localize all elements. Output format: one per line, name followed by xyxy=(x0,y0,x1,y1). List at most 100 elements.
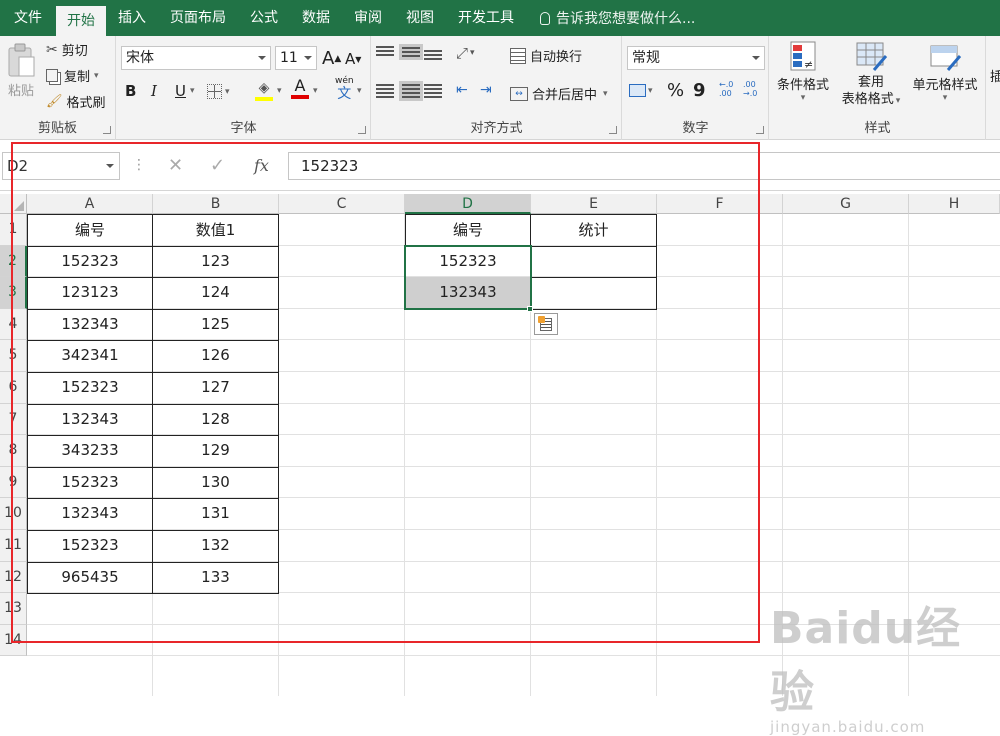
phonetic-button[interactable]: wén 文 xyxy=(335,76,354,102)
table1-cell[interactable]: 130 xyxy=(153,466,279,500)
row-header-5[interactable]: 5 xyxy=(0,340,27,372)
column-header-c[interactable]: C xyxy=(279,194,405,214)
row-header-8[interactable]: 8 xyxy=(0,435,27,467)
align-center-button[interactable] xyxy=(399,81,423,101)
row-header-4[interactable]: 4 xyxy=(0,308,27,341)
tab-view[interactable]: 视图 xyxy=(394,0,446,36)
row-header-2[interactable]: 2 xyxy=(0,245,27,278)
column-header-b[interactable]: B xyxy=(153,194,279,214)
font-size-select[interactable]: 11 xyxy=(275,46,317,70)
format-painter-button[interactable]: 🖌 格式刷 xyxy=(46,92,106,111)
table2-cell[interactable] xyxy=(531,245,657,279)
fill-color-button[interactable]: ◈ xyxy=(255,80,273,101)
table1-cell[interactable]: 129 xyxy=(153,435,279,468)
align-left-button[interactable] xyxy=(376,84,394,98)
increase-indent-button[interactable]: ⇥ xyxy=(480,82,492,98)
underline-button[interactable]: U xyxy=(175,82,186,100)
row-header-1[interactable]: 1 xyxy=(0,214,27,246)
fill-dropdown-icon[interactable]: ▾ xyxy=(277,86,282,96)
select-all-corner[interactable] xyxy=(0,194,27,214)
table1-cell[interactable]: 133 xyxy=(153,561,279,595)
underline-dropdown-icon[interactable]: ▾ xyxy=(190,86,195,96)
row-header-9[interactable]: 9 xyxy=(0,466,27,499)
table1-cell[interactable]: 152323 xyxy=(27,245,153,279)
tab-data[interactable]: 数据 xyxy=(290,0,342,36)
insert-function-button[interactable]: fx xyxy=(254,152,269,180)
cell-styles-button[interactable]: 单元格样式 ▾ xyxy=(906,40,984,103)
table1-cell[interactable]: 152323 xyxy=(27,372,153,405)
table2-cell[interactable] xyxy=(531,277,657,310)
table1-cell[interactable]: 132343 xyxy=(27,403,153,437)
font-launcher-icon[interactable] xyxy=(358,126,366,134)
format-as-table-button[interactable]: 套用 表格格式 ▾ xyxy=(836,40,906,110)
table1-cell[interactable]: 132 xyxy=(153,530,279,563)
tab-review[interactable]: 审阅 xyxy=(342,0,394,36)
quick-analysis-button[interactable] xyxy=(534,312,558,335)
table1-cell[interactable]: 131 xyxy=(153,498,279,531)
worksheet-grid[interactable]: A B C D E F G H 1 2 3 4 5 6 7 8 9 10 11 12 13 14 编号 数值1 152323 12… xyxy=(0,194,1000,696)
italic-button[interactable]: I xyxy=(151,82,157,100)
paste-button[interactable]: 粘贴 xyxy=(4,42,38,99)
column-header-d[interactable]: D xyxy=(405,194,531,214)
number-format-select[interactable]: 常规 xyxy=(627,46,765,70)
table1-cell[interactable]: 123123 xyxy=(27,277,153,310)
row-header-6[interactable]: 6 xyxy=(0,372,27,404)
row-header-11[interactable]: 11 xyxy=(0,530,27,562)
increase-decimal-button[interactable]: ←.0 .00 xyxy=(719,80,741,98)
font-color-dropdown-icon[interactable]: ▾ xyxy=(313,86,318,96)
insert-cells-button[interactable]: 插 xyxy=(990,66,1000,85)
grow-font-button[interactable]: A ▲ xyxy=(322,48,341,69)
table1-cell[interactable]: 152323 xyxy=(27,466,153,500)
merge-center-button[interactable]: ↔ 合并后居中 ▾ xyxy=(510,84,608,103)
row-header-12[interactable]: 12 xyxy=(0,561,27,594)
orientation-button[interactable]: ⤢ ▾ xyxy=(456,44,475,62)
row-header-10[interactable]: 10 xyxy=(0,498,27,530)
align-bottom-button[interactable] xyxy=(424,50,442,60)
table1-header-1[interactable]: 编号 xyxy=(27,214,153,247)
name-box[interactable]: D2 xyxy=(2,152,120,180)
number-launcher-icon[interactable] xyxy=(756,126,764,134)
confirm-entry-button[interactable]: ✓ xyxy=(210,152,225,180)
decrease-indent-button[interactable]: ⇤ xyxy=(456,82,468,98)
clipboard-launcher-icon[interactable] xyxy=(103,126,111,134)
comma-button[interactable]: 9 xyxy=(693,80,706,101)
accounting-format-button[interactable]: ▾ xyxy=(629,84,653,97)
table1-header-2[interactable]: 数值1 xyxy=(153,214,279,247)
table1-cell[interactable]: 132343 xyxy=(27,308,153,342)
alignment-launcher-icon[interactable] xyxy=(609,126,617,134)
copy-dropdown-icon[interactable]: ▾ xyxy=(94,71,99,81)
table2-cell[interactable]: 132343 xyxy=(405,277,531,310)
row-header-3[interactable]: 3 xyxy=(0,277,27,309)
row-header-13[interactable]: 13 xyxy=(0,593,27,625)
table1-cell[interactable]: 132343 xyxy=(27,498,153,531)
cancel-entry-button[interactable]: ✕ xyxy=(168,152,183,180)
tab-formulas[interactable]: 公式 xyxy=(238,0,290,36)
table1-cell[interactable]: 343233 xyxy=(27,435,153,468)
table1-cell[interactable]: 126 xyxy=(153,340,279,373)
table1-cell[interactable]: 128 xyxy=(153,403,279,437)
column-header-f[interactable]: F xyxy=(657,194,783,214)
phonetic-dropdown-icon[interactable]: ▾ xyxy=(357,86,362,96)
wrap-text-button[interactable]: 自动换行 xyxy=(510,46,582,65)
table2-header-1[interactable]: 编号 xyxy=(405,214,531,247)
tell-me-box[interactable]: 告诉我您想要做什么... xyxy=(540,8,695,28)
table1-cell[interactable]: 342341 xyxy=(27,340,153,373)
column-header-e[interactable]: E xyxy=(531,194,657,214)
align-middle-button[interactable] xyxy=(399,44,423,60)
percent-button[interactable]: % xyxy=(667,80,684,101)
column-header-a[interactable]: A xyxy=(27,194,153,214)
tab-page-layout[interactable]: 页面布局 xyxy=(158,0,238,36)
align-right-button[interactable] xyxy=(424,84,442,98)
table1-cell[interactable]: 965435 xyxy=(27,561,153,595)
shrink-font-button[interactable]: A ▼ xyxy=(345,50,361,68)
table1-cell[interactable]: 123 xyxy=(153,245,279,279)
font-name-select[interactable]: 宋体 xyxy=(121,46,271,70)
table1-cell[interactable]: 127 xyxy=(153,372,279,405)
tab-insert[interactable]: 插入 xyxy=(106,0,158,36)
tab-developer[interactable]: 开发工具 xyxy=(446,0,526,36)
formula-bar-grip-icon[interactable]: ⋮ xyxy=(132,157,146,173)
fill-handle[interactable] xyxy=(527,305,533,312)
table1-cell[interactable]: 124 xyxy=(153,277,279,310)
table2-cell[interactable]: 152323 xyxy=(405,245,531,279)
row-header-7[interactable]: 7 xyxy=(0,403,27,436)
